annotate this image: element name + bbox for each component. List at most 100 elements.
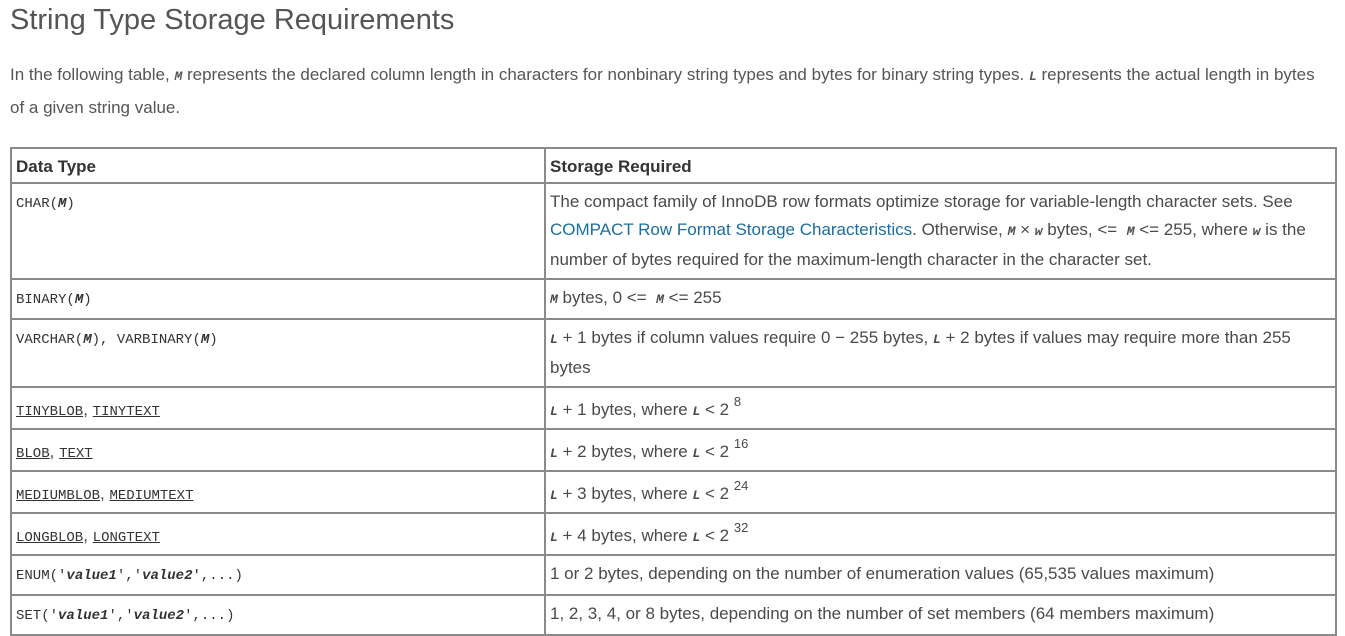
storage-text: + 3 bytes, where — [557, 484, 693, 503]
type-separator: , — [83, 526, 93, 545]
type-separator: , — [83, 400, 93, 419]
storage-var: L — [550, 404, 558, 419]
type-code: ) — [66, 196, 75, 212]
cell-data-type: LONGBLOB, LONGTEXT — [10, 512, 546, 556]
storage-requirements-table: Data Type Storage Required CHAR(M) The c… — [10, 147, 1337, 636]
header-storage-required: Storage Required — [544, 147, 1337, 184]
type-code: ',' — [116, 568, 143, 584]
tinyblob-link[interactable]: TINYBLOB — [16, 404, 83, 420]
storage-text: < 2 — [700, 400, 730, 419]
type-var: value1 — [66, 568, 117, 584]
cell-storage-required: L + 3 bytes, where L < 2 24 — [544, 470, 1337, 514]
type-var: value2 — [142, 568, 193, 584]
storage-text: × — [1015, 220, 1035, 239]
longblob-link[interactable]: LONGBLOB — [16, 530, 83, 546]
table-row: CHAR(M) The compact family of InnoDB row… — [10, 182, 1337, 280]
type-code: BINARY( — [16, 292, 75, 308]
storage-text: < 2 — [700, 442, 730, 461]
type-var: M — [200, 332, 210, 348]
storage-text: The compact family of InnoDB row formats… — [550, 192, 1293, 211]
storage-text: <= 255, where — [1134, 220, 1253, 239]
storage-var: L — [550, 488, 558, 503]
type-var: M — [83, 332, 92, 348]
storage-text: + 2 bytes, where — [557, 442, 693, 461]
cell-data-type: SET('value1','value2',...) — [10, 594, 546, 636]
storage-exponent: 24 — [733, 478, 749, 493]
storage-exponent: 32 — [733, 520, 749, 535]
type-separator: , — [100, 332, 117, 348]
table-row: ENUM('value1','value2',...) 1 or 2 bytes… — [10, 554, 1337, 596]
cell-data-type: CHAR(M) — [10, 182, 546, 280]
intro-text-2: represents the declared column length in… — [182, 65, 1029, 84]
table-header-row: Data Type Storage Required — [10, 147, 1337, 184]
table-row: TINYBLOB, TINYTEXT L + 1 bytes, where L … — [10, 386, 1337, 430]
storage-var: L — [550, 530, 558, 545]
storage-var: L — [550, 446, 558, 461]
intro-var-l: L — [1028, 69, 1037, 84]
storage-text: bytes, — [1042, 220, 1098, 239]
type-code: ',...) — [192, 568, 243, 584]
mediumtext-link[interactable]: MEDIUMTEXT — [109, 488, 193, 504]
storage-text: + 4 bytes, where — [557, 526, 693, 545]
type-code: SET(' — [16, 608, 59, 624]
storage-text: < 2 — [700, 484, 730, 503]
storage-text: <= 255 — [663, 288, 722, 307]
storage-var: M — [656, 292, 664, 307]
type-code: ) — [91, 332, 101, 348]
mediumblob-link[interactable]: MEDIUMBLOB — [16, 488, 100, 504]
type-code: ',...) — [184, 608, 235, 624]
storage-exponent: 16 — [733, 436, 749, 451]
storage-var: L — [932, 332, 941, 347]
cell-data-type: VARCHAR(M), VARBINARY(M) — [10, 318, 546, 388]
cell-data-type: ENUM('value1','value2',...) — [10, 554, 546, 596]
intro-paragraph: In the following table, M represents the… — [10, 59, 1330, 123]
intro-text-1: In the following table, — [10, 65, 175, 84]
table-row: BLOB, TEXT L + 2 bytes, where L < 2 16 — [10, 428, 1337, 472]
type-code: ) — [83, 292, 92, 308]
blob-link[interactable]: BLOB — [16, 446, 50, 462]
storage-var: M — [550, 292, 558, 307]
storage-text: . Otherwise, — [912, 220, 1008, 239]
type-code: VARBINARY( — [116, 332, 201, 348]
storage-text: <= — [626, 288, 647, 307]
cell-storage-required: 1, 2, 3, 4, or 8 bytes, depending on the… — [544, 594, 1337, 636]
compact-row-format-link[interactable]: COMPACT Row Format Storage Characteristi… — [550, 220, 912, 239]
type-code: CHAR( — [16, 196, 59, 212]
cell-storage-required: M bytes, 0 <= M <= 255 — [544, 278, 1337, 320]
type-code: ) — [209, 332, 218, 348]
type-code: ENUM(' — [16, 568, 67, 584]
type-var: M — [74, 292, 84, 308]
cell-storage-required: L + 4 bytes, where L < 2 32 — [544, 512, 1337, 556]
type-var: value2 — [133, 608, 185, 624]
header-data-type: Data Type — [10, 147, 546, 184]
type-var: value1 — [58, 608, 109, 624]
type-separator: , — [49, 442, 60, 461]
cell-storage-required: 1 or 2 bytes, depending on the number of… — [544, 554, 1337, 596]
storage-text: < 2 — [700, 526, 730, 545]
storage-text: + 1 bytes, where — [557, 400, 693, 419]
tinytext-link[interactable]: TINYTEXT — [93, 404, 160, 420]
storage-text: bytes, 0 — [557, 288, 627, 307]
storage-var: L — [550, 332, 558, 347]
table-row: BINARY(M) M bytes, 0 <= M <= 255 — [10, 278, 1337, 320]
cell-data-type: BLOB, TEXT — [10, 428, 546, 472]
type-code: VARCHAR( — [16, 332, 84, 348]
table-row: SET('value1','value2',...) 1, 2, 3, 4, o… — [10, 594, 1337, 636]
cell-storage-required: L + 1 bytes, where L < 2 8 — [544, 386, 1337, 430]
storage-var: w — [1034, 224, 1043, 239]
longtext-link[interactable]: LONGTEXT — [93, 530, 160, 546]
storage-text: <= — [1097, 220, 1118, 239]
table-row: VARCHAR(M), VARBINARY(M) L + 1 bytes if … — [10, 318, 1337, 388]
page-title: String Type Storage Requirements — [10, 4, 455, 36]
storage-var: M — [1126, 224, 1135, 239]
storage-exponent: 8 — [733, 394, 742, 409]
page: String Type Storage Requirements In the … — [0, 0, 1345, 636]
cell-data-type: MEDIUMBLOB, MEDIUMTEXT — [10, 470, 546, 514]
cell-storage-required: L + 2 bytes, where L < 2 16 — [544, 428, 1337, 472]
text-link[interactable]: TEXT — [59, 446, 93, 462]
table-row: MEDIUMBLOB, MEDIUMTEXT L + 3 bytes, wher… — [10, 470, 1337, 514]
cell-data-type: BINARY(M) — [10, 278, 546, 320]
type-code: ',' — [108, 608, 134, 624]
table-row: LONGBLOB, LONGTEXT L + 4 bytes, where L … — [10, 512, 1337, 556]
cell-storage-required: The compact family of InnoDB row formats… — [544, 182, 1337, 280]
